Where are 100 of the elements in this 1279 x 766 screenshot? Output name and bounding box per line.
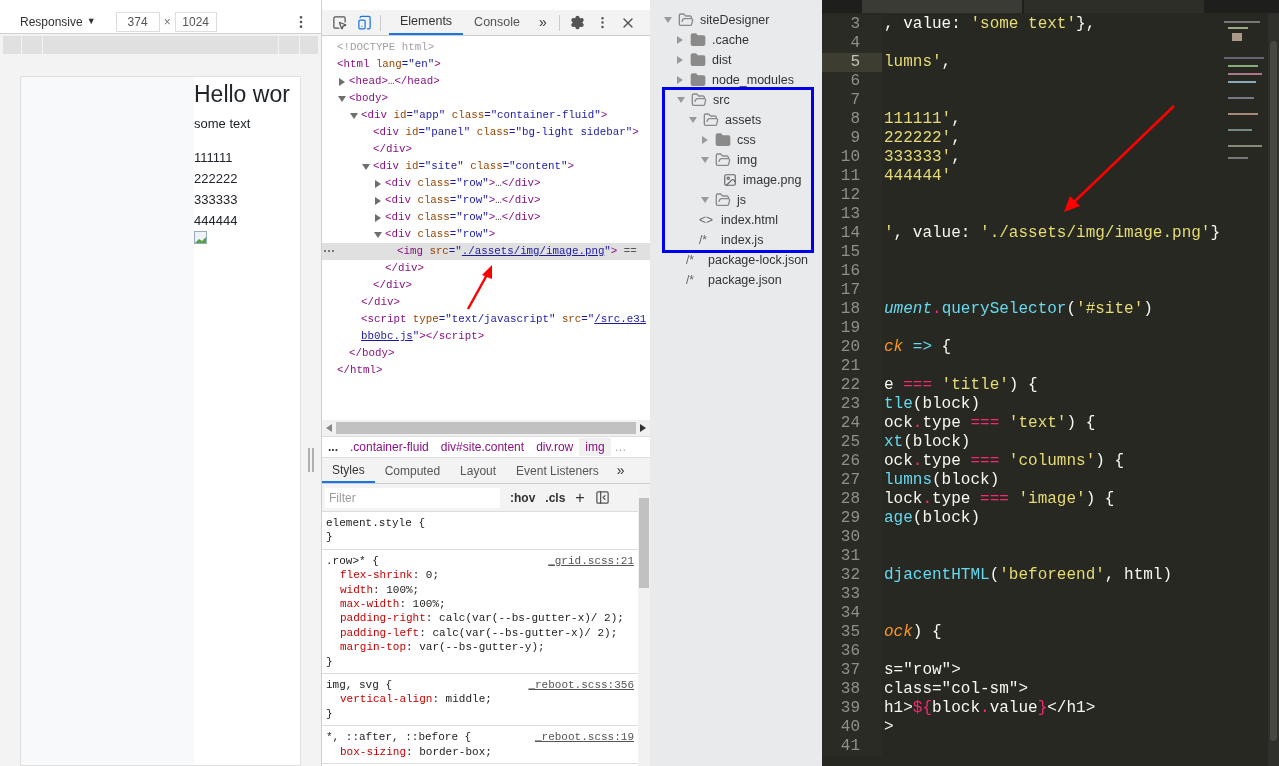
markup-token: > (488, 194, 496, 206)
css-declaration[interactable]: margin-top: var(--bs-gutter-y); (326, 640, 634, 655)
folder-item[interactable]: css (651, 130, 811, 150)
css-declaration[interactable]: padding-left: calc(var(--bs-gutter-x)/ 2); (326, 625, 634, 641)
folder-item[interactable]: node_modules (650, 70, 822, 90)
file-item[interactable]: image.png (651, 170, 811, 190)
caret-down-icon[interactable] (338, 94, 346, 103)
dom-node-row[interactable]: <script type="text/javascript" src="/src.e31 bb0bc.js"></script> (322, 311, 650, 345)
folder-item[interactable]: .cache (650, 30, 822, 50)
styles-tab[interactable]: Event Listeners (506, 458, 609, 483)
vertical-scrollbar[interactable] (1268, 13, 1279, 766)
class-button[interactable]: .cls (545, 488, 566, 507)
caret-down-icon[interactable] (374, 230, 382, 239)
caret-right-icon[interactable] (374, 213, 382, 222)
styles-tab[interactable]: Layout (450, 458, 507, 483)
caret-right-icon[interactable] (676, 56, 684, 64)
caret-down-icon[interactable] (362, 162, 370, 171)
breadcrumb-item[interactable]: .container-fluid (344, 438, 435, 456)
caret-right-icon[interactable] (701, 136, 709, 144)
dom-node-row[interactable]: <head>…</head> (322, 73, 650, 90)
css-declaration[interactable]: max-width: 100%; (326, 597, 634, 612)
sidebar-toggle-icon[interactable] (594, 490, 610, 505)
file-item[interactable]: <> index.html (651, 210, 811, 230)
panel-tab[interactable]: Console (463, 10, 531, 35)
markup-token: </div> (373, 143, 412, 155)
source-link[interactable]: _grid.scss:21 (548, 553, 634, 569)
folder-icon (690, 72, 706, 88)
dom-node-row[interactable]: <div class="row">…</div> (322, 192, 650, 209)
source-link[interactable]: _reboot.scss:19 (534, 730, 634, 745)
resize-handle[interactable] (308, 448, 314, 472)
dom-node-row[interactable]: <div class="row"> (322, 226, 650, 243)
dom-node-row[interactable]: <div id="app" class="container-fluid"> (322, 107, 650, 124)
device-dropdown[interactable]: Responsive ▼ (20, 12, 96, 31)
source-link[interactable]: _reboot.scss:356 (528, 678, 634, 693)
caret-down-icon[interactable] (701, 156, 709, 164)
folder-item[interactable]: img (651, 150, 811, 170)
dom-node-row[interactable]: <body> (322, 90, 650, 107)
vertical-scrollbar[interactable] (638, 484, 650, 766)
source-link[interactable]: ./assets/img/image.png (461, 245, 605, 257)
folder-item[interactable]: dist (650, 50, 822, 70)
source-link[interactable]: bb0bc.js (361, 330, 413, 342)
source-link[interactable]: /src.e31 (594, 313, 647, 325)
css-declaration[interactable]: flex-shrink: 0; (326, 568, 634, 583)
css-declaration[interactable]: width: 100%; (326, 582, 634, 598)
folder-item[interactable]: assets (651, 110, 811, 130)
code-line: 111111', (883, 110, 961, 129)
file-type-glyph: /* (699, 232, 708, 249)
caret-right-icon[interactable] (676, 36, 684, 44)
caret-right-icon[interactable] (338, 77, 346, 86)
caret-down-icon[interactable] (701, 196, 709, 204)
dom-node-row[interactable]: <html lang="en"> (322, 56, 650, 73)
ellipsis-icon[interactable] (324, 250, 336, 253)
inspect-icon[interactable] (332, 15, 347, 30)
markup-token: </html> (337, 364, 383, 376)
css-declaration[interactable]: vertical-align: middle; (326, 692, 634, 707)
horizontal-scrollbar[interactable] (322, 420, 650, 436)
hover-state-button[interactable]: :hov (510, 488, 536, 507)
caret-down-icon[interactable] (350, 111, 358, 120)
dom-node-row[interactable]: <div id="site" class="content"> (322, 158, 650, 175)
more-tabs-button[interactable]: » (531, 12, 555, 33)
folder-item[interactable]: siteDesigner (650, 10, 822, 30)
markup-token: > (567, 160, 574, 172)
settings-icon[interactable] (569, 15, 585, 30)
folder-icon (690, 52, 706, 68)
times-sign: × (163, 13, 171, 31)
caret-right-icon[interactable] (374, 179, 382, 188)
width-field[interactable]: 374 (115, 11, 160, 32)
scroll-right-icon[interactable] (640, 424, 646, 432)
markup-token: … (495, 177, 502, 189)
dom-node-row[interactable]: <img src="./assets/img/image.png"> == (322, 243, 650, 260)
scroll-left-icon[interactable] (326, 424, 332, 432)
breadcrumb-more[interactable]: ... (322, 438, 344, 456)
breadcrumb-item[interactable]: div.row (530, 438, 580, 456)
caret-down-icon[interactable] (689, 116, 697, 124)
filter-field[interactable]: Filter (325, 487, 500, 508)
device-toolbar-icon[interactable] (357, 15, 372, 30)
styles-tab[interactable]: Computed (374, 458, 451, 483)
caret-down-icon[interactable] (664, 16, 672, 24)
caret-right-icon[interactable] (374, 196, 382, 205)
breadcrumb-item[interactable]: img (579, 438, 611, 456)
dom-node-row[interactable]: <div class="row">…</div> (322, 209, 650, 226)
closing-brace: } (326, 531, 333, 544)
height-field[interactable]: 1024 (174, 11, 217, 32)
dom-node-row[interactable]: <div id="panel" class="bg-light sidebar"> (322, 124, 650, 141)
dom-node-row[interactable]: <div class="row">…</div> (322, 175, 650, 192)
markup-token: > (600, 109, 608, 121)
new-rule-button[interactable]: + (575, 489, 585, 506)
file-item[interactable]: /* package.json (650, 270, 822, 290)
folder-item[interactable]: src (651, 90, 811, 110)
css-declaration[interactable]: padding-right: calc(var(--bs-gutter-x)/ 2); (326, 611, 634, 626)
css-declaration[interactable]: box-sizing: border-box; (326, 744, 634, 760)
breadcrumb-item[interactable]: div#site.content (434, 438, 531, 456)
panel-tab[interactable]: Elements (389, 10, 464, 35)
more-tabs-button[interactable]: » (608, 460, 633, 481)
caret-down-icon[interactable] (677, 96, 685, 104)
file-item[interactable]: /* index.js (651, 230, 811, 250)
page-text: some text (194, 115, 252, 133)
file-item[interactable]: /* package-lock.json (650, 250, 822, 270)
folder-item[interactable]: js (651, 190, 811, 210)
caret-right-icon[interactable] (676, 76, 684, 84)
